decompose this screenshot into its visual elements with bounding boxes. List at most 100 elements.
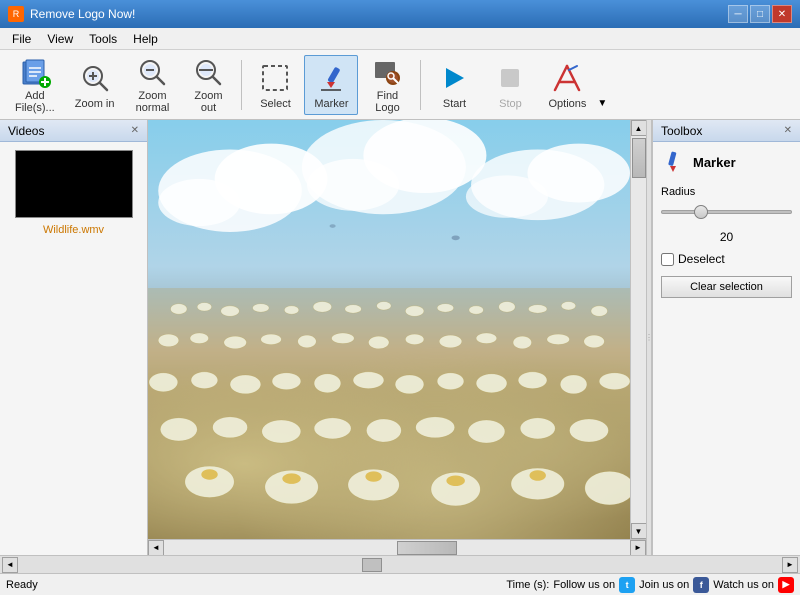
scroll-thumb-h[interactable] [397, 541, 457, 555]
add-files-label: Add [25, 90, 45, 102]
menu-help[interactable]: Help [125, 30, 166, 48]
main-scroll-left[interactable]: ◄ [2, 557, 18, 573]
toolbar-dropdown[interactable]: ▼ [597, 98, 607, 115]
select-icon [257, 60, 293, 96]
app-title: Remove Logo Now! [30, 7, 728, 21]
options-icon [549, 60, 585, 96]
twitter-icon[interactable]: t [619, 577, 635, 593]
menu-bar: File View Tools Help [0, 28, 800, 50]
zoom-normal-label2: normal [136, 102, 170, 114]
select-button[interactable]: Select [248, 55, 302, 115]
time-label: Time (s): [506, 579, 549, 591]
start-button[interactable]: Start [427, 55, 481, 115]
videos-panel-title: Videos [8, 124, 44, 138]
facebook-icon[interactable]: f [693, 577, 709, 593]
stop-button[interactable]: Stop [483, 55, 537, 115]
title-bar: R Remove Logo Now! ─ □ ✕ [0, 0, 800, 28]
maximize-button[interactable]: □ [750, 5, 770, 23]
youtube-icon[interactable]: ▶ [778, 577, 794, 593]
scroll-down-button[interactable]: ▼ [631, 523, 647, 539]
zoom-out-label2: out [201, 102, 216, 114]
clear-selection-button[interactable]: Clear selection [661, 276, 792, 298]
app-icon: R [8, 6, 24, 22]
options-button[interactable]: Options [539, 55, 595, 115]
deselect-label[interactable]: Deselect [678, 252, 725, 266]
zoom-in-icon [77, 60, 113, 96]
join-label: Join us on [639, 579, 689, 591]
status-bar: Ready Time (s): Follow us on t Join us o… [0, 573, 800, 595]
video-filename[interactable]: Wildlife.wmv [43, 224, 104, 236]
toolbox-slider-container [661, 202, 792, 222]
window-controls: ─ □ ✕ [728, 5, 792, 23]
watch-label: Watch us on [713, 579, 774, 591]
status-right: Time (s): Follow us on t Join us on f Wa… [506, 577, 794, 593]
add-files-label2: File(s)... [15, 102, 55, 114]
zoom-in-button[interactable]: Zoom in [66, 55, 124, 115]
toolbox-deselect-row: Deselect [661, 252, 792, 266]
video-thumbnail[interactable] [15, 150, 133, 218]
stop-label: Stop [499, 98, 522, 110]
main-horizontal-scrollbar[interactable]: ◄ ► [0, 555, 800, 573]
toolbox-body: Marker Radius 20 Deselect Clear selectio… [653, 142, 800, 306]
zoom-out-icon [190, 56, 226, 88]
vertical-scrollbar[interactable]: ▲ ▼ [630, 120, 646, 539]
toolbox-marker-icon [661, 150, 685, 174]
marker-label: Marker [314, 98, 348, 110]
add-files-button[interactable]: Add File(s)... [6, 55, 64, 115]
toolbox-header: Toolbox ✕ [653, 120, 800, 142]
add-files-icon [17, 56, 53, 88]
stop-icon [492, 60, 528, 96]
scroll-track-h[interactable] [164, 540, 630, 555]
find-logo-icon [369, 56, 405, 88]
options-label: Options [548, 98, 586, 110]
wildlife-image [148, 120, 646, 539]
cloud-layer [148, 120, 630, 309]
videos-panel-close[interactable]: ✕ [131, 125, 139, 136]
menu-file[interactable]: File [4, 30, 39, 48]
toolbox-radius-label: Radius [661, 186, 792, 198]
toolbox-tool-header: Marker [661, 150, 792, 174]
zoom-normal-label: Zoom [138, 90, 166, 102]
bird-colony [148, 288, 630, 539]
status-text: Ready [6, 579, 506, 591]
start-label: Start [443, 98, 466, 110]
zoom-in-label: Zoom in [75, 98, 115, 110]
image-viewport[interactable]: ▲ ▼ [148, 120, 646, 539]
toolbox-title: Toolbox [661, 124, 702, 138]
toolbox-close[interactable]: ✕ [784, 125, 792, 136]
find-logo-button[interactable]: Find Logo [360, 55, 414, 115]
toolbox-radius-value: 20 [661, 230, 792, 244]
zoom-normal-button[interactable]: Zoom normal [125, 55, 179, 115]
slider-thumb[interactable] [694, 205, 708, 219]
start-icon [436, 60, 472, 96]
minimize-button[interactable]: ─ [728, 5, 748, 23]
toolbox-radius-slider[interactable] [661, 202, 792, 222]
video-thumb-area: Wildlife.wmv [0, 142, 147, 244]
main-area: Videos ✕ Wildlife.wmv [0, 120, 800, 555]
find-logo-label: Find [377, 90, 398, 102]
toolbar: Add File(s)... Zoom in Zoom normal [0, 50, 800, 120]
toolbar-separator-1 [241, 60, 242, 110]
scroll-left-button[interactable]: ◄ [148, 540, 164, 556]
scroll-up-button[interactable]: ▲ [631, 120, 647, 136]
slider-track [661, 210, 792, 214]
marker-icon [313, 60, 349, 96]
main-scroll-right[interactable]: ► [782, 557, 798, 573]
videos-panel: Videos ✕ Wildlife.wmv [0, 120, 148, 555]
scroll-right-button[interactable]: ► [630, 540, 646, 556]
zoom-out-button[interactable]: Zoom out [181, 55, 235, 115]
marker-button[interactable]: Marker [304, 55, 358, 115]
scroll-track-v[interactable] [631, 136, 646, 523]
deselect-checkbox[interactable] [661, 253, 674, 266]
toolbox-tool-name: Marker [693, 155, 736, 170]
close-button[interactable]: ✕ [772, 5, 792, 23]
toolbox-panel: Toolbox ✕ Marker Radius [652, 120, 800, 555]
select-label: Select [260, 98, 291, 110]
follow-label: Follow us on [553, 579, 615, 591]
toolbar-separator-2 [420, 60, 421, 110]
horizontal-scrollbar[interactable]: ◄ ► [148, 539, 646, 555]
main-scroll-thumb[interactable] [362, 558, 382, 572]
menu-view[interactable]: View [39, 30, 81, 48]
menu-tools[interactable]: Tools [81, 30, 125, 48]
scroll-thumb-v[interactable] [632, 138, 646, 178]
